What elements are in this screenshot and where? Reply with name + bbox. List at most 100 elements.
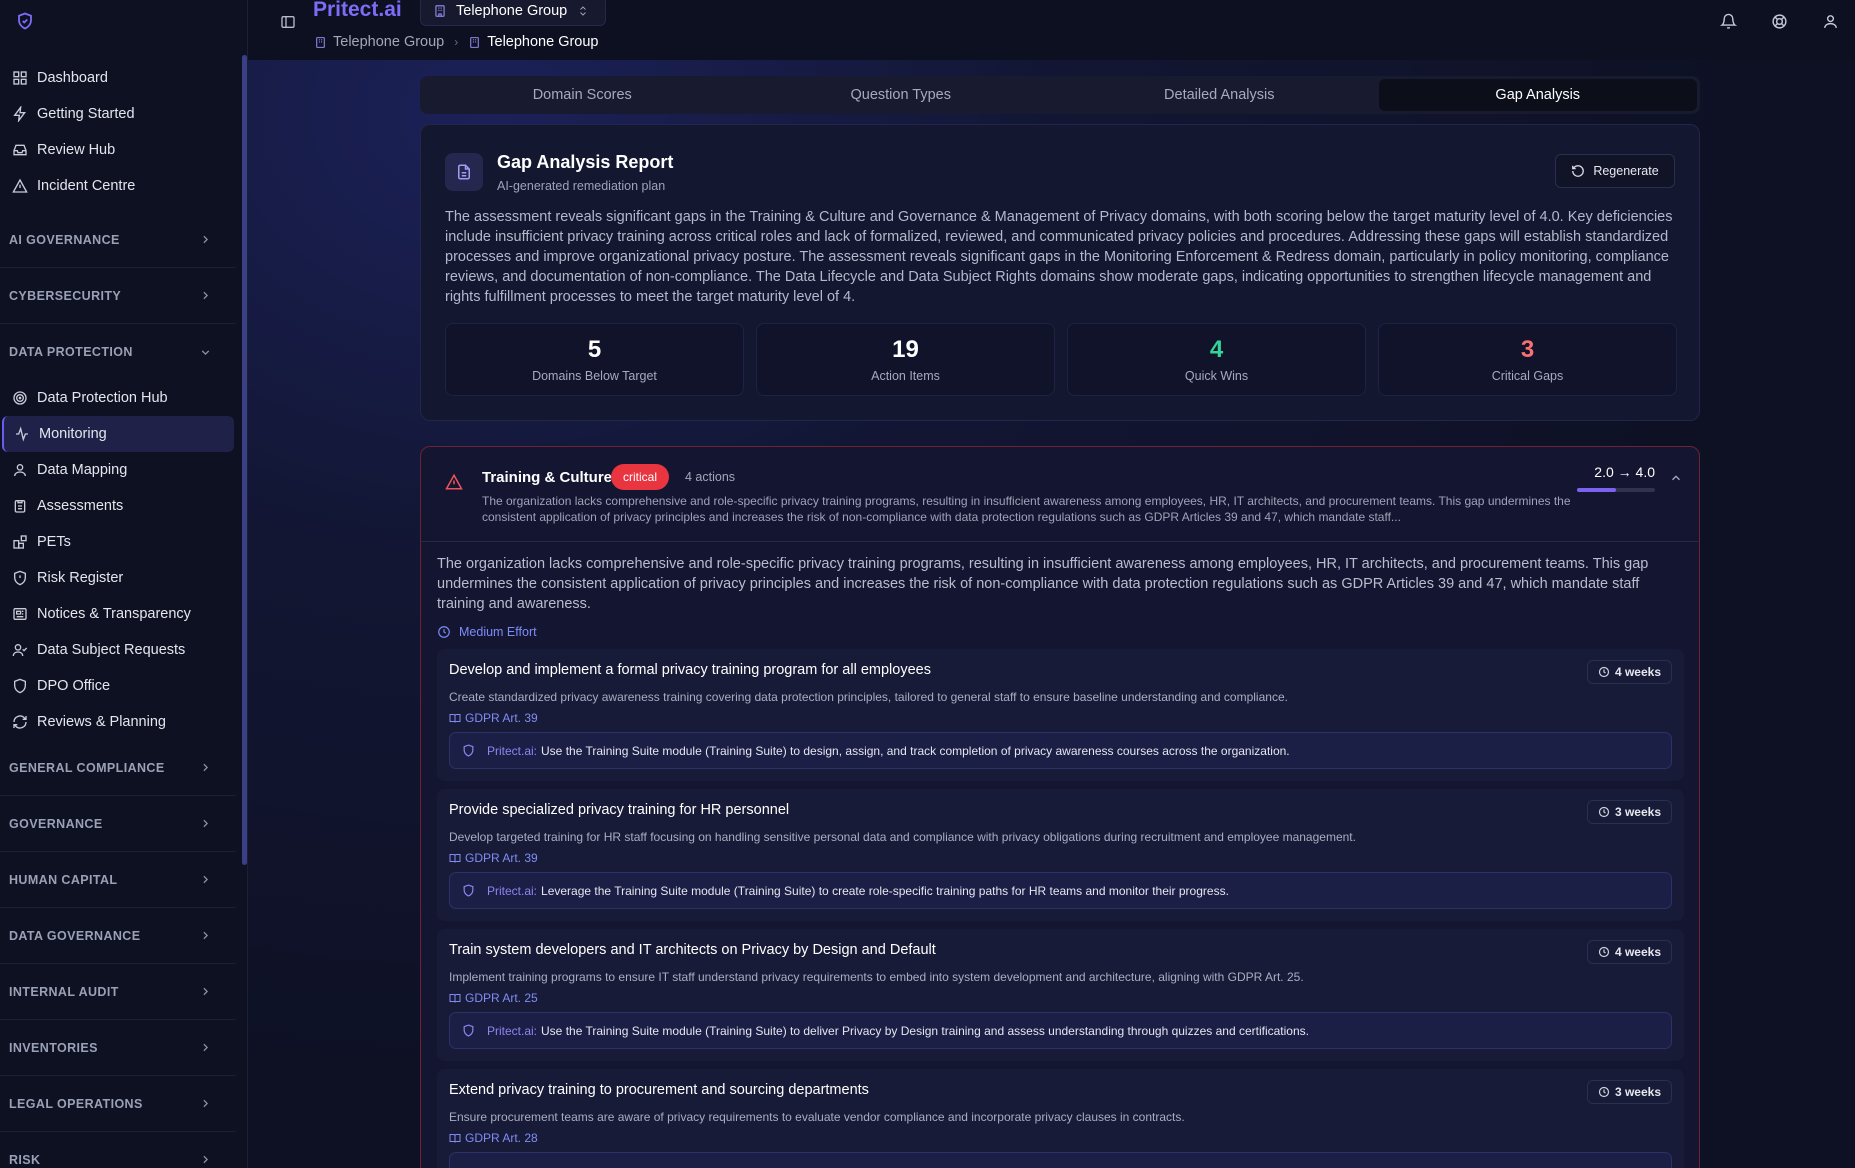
tab-question-types[interactable]: Question Types xyxy=(742,79,1061,111)
sidebar-scrollbar[interactable] xyxy=(242,55,247,865)
sidebar-item-notices-transparency[interactable]: Notices & Transparency xyxy=(2,596,234,632)
sidebar-item-getting-started[interactable]: Getting Started xyxy=(2,96,234,132)
chevron-right-icon xyxy=(199,1041,212,1054)
sidebar-item-reviews-planning[interactable]: Reviews & Planning xyxy=(2,704,234,740)
sidebar-item-data-protection-hub[interactable]: Data Protection Hub xyxy=(2,380,234,416)
chevron-up-icon[interactable] xyxy=(1669,471,1683,485)
sidebar-section-label: RISK xyxy=(9,1152,41,1167)
book-open-icon xyxy=(449,992,461,1004)
domain-description: The organization lacks comprehensive and… xyxy=(437,556,1649,612)
org-selector-value: Telephone Group xyxy=(456,3,568,19)
action-description: Implement training programs to ensure IT… xyxy=(449,970,1304,984)
clock-icon xyxy=(1598,1086,1610,1098)
sidebar-section-ai-governance[interactable]: AI GOVERNANCE xyxy=(0,212,236,268)
sidebar-item-data-mapping[interactable]: Data Mapping xyxy=(2,452,234,488)
sidebar-item-risk-register[interactable]: Risk Register xyxy=(2,560,234,596)
bell-icon[interactable] xyxy=(1720,13,1737,30)
tab-detailed-analysis[interactable]: Detailed Analysis xyxy=(1060,79,1379,111)
shield-alert-icon xyxy=(12,570,28,586)
sidebar-section-label: GOVERNANCE xyxy=(9,816,103,831)
sidebar: Dashboard Getting Started Review Hub Incide… xyxy=(0,0,248,1168)
chevrons-up-down-icon xyxy=(577,5,589,17)
sidebar-section-general-compliance[interactable]: GENERAL COMPLIANCE xyxy=(0,740,236,796)
sidebar-item-label: Monitoring xyxy=(39,426,107,442)
sidebar-section-risk[interactable]: RISK xyxy=(0,1132,236,1168)
newspaper-icon xyxy=(12,606,28,622)
map-pin-icon xyxy=(12,462,28,478)
sidebar-item-pets[interactable]: PETs xyxy=(2,524,234,560)
sidebar-item-label: Dashboard xyxy=(37,70,108,86)
chevron-right-icon xyxy=(199,817,212,830)
regenerate-button[interactable]: Regenerate xyxy=(1555,154,1675,188)
alert-triangle-icon xyxy=(445,473,463,491)
sidebar-section-data-governance[interactable]: DATA GOVERNANCE xyxy=(0,908,236,964)
stat-label: Action Items xyxy=(871,369,940,383)
sidebar-item-label: Incident Centre xyxy=(37,178,136,194)
duration-badge: 3 weeks xyxy=(1586,800,1672,824)
stat-value: 4 xyxy=(1209,336,1224,363)
domain-summary: The organization lacks comprehensive and… xyxy=(482,494,1571,524)
regulation-reference[interactable]: GDPR Art. 28 xyxy=(449,1131,538,1145)
sidebar-item-monitoring[interactable]: Monitoring xyxy=(2,416,234,452)
stat-quick-wins: 4 Quick Wins xyxy=(1067,323,1366,396)
sidebar-section-label: CYBERSECURITY xyxy=(9,288,122,303)
shield-icon xyxy=(12,678,28,694)
analysis-tabs: Domain Scores Question Types Detailed An… xyxy=(420,76,1700,114)
stat-critical-gaps: 3 Critical Gaps xyxy=(1378,323,1677,396)
domain-gap-card: Training & Culture critical 4 actions Th… xyxy=(420,446,1700,1168)
domain-action-count: 4 actions xyxy=(685,470,736,484)
help-buoy-icon[interactable] xyxy=(1771,13,1788,30)
sidebar-section-legal-operations[interactable]: LEGAL OPERATIONS xyxy=(0,1076,236,1132)
sidebar-item-review-hub[interactable]: Review Hub xyxy=(2,132,234,168)
domain-score: 2.0 → 4.0 xyxy=(1594,464,1655,480)
sidebar-section-label: LEGAL OPERATIONS xyxy=(9,1096,143,1111)
sidebar-item-label: Data Mapping xyxy=(37,462,128,478)
regulation-reference[interactable]: GDPR Art. 39 xyxy=(449,711,538,725)
sidebar-section-data-protection[interactable]: DATA PROTECTION xyxy=(0,324,236,380)
sidebar-section-label: AI GOVERNANCE xyxy=(9,232,120,247)
brand-name[interactable]: Pritect.ai xyxy=(313,0,402,22)
shield-logo-icon[interactable] xyxy=(16,12,34,30)
user-icon[interactable] xyxy=(1822,13,1839,30)
regulation-label: GDPR Art. 28 xyxy=(465,1131,538,1145)
chevron-right-icon xyxy=(199,289,212,302)
sidebar-section-label: DATA GOVERNANCE xyxy=(9,928,141,943)
sidebar-item-label: Getting Started xyxy=(37,106,135,122)
sidebar-section-internal-audit[interactable]: INTERNAL AUDIT xyxy=(0,964,236,1020)
file-text-icon xyxy=(445,153,483,191)
sidebar-section-human-capital[interactable]: HUMAN CAPITAL xyxy=(0,852,236,908)
alert-triangle-icon xyxy=(12,178,28,194)
sidebar-item-incident-centre[interactable]: Incident Centre xyxy=(2,168,234,204)
sidebar-section-inventories[interactable]: INVENTORIES xyxy=(0,1020,236,1076)
sidebar-section-governance[interactable]: GOVERNANCE xyxy=(0,796,236,852)
chevron-right-icon xyxy=(199,873,212,886)
duration-label: 4 weeks xyxy=(1614,945,1661,959)
regulation-reference[interactable]: GDPR Art. 25 xyxy=(449,991,538,1005)
clock-icon xyxy=(1598,666,1610,678)
org-selector[interactable]: Telephone Group xyxy=(420,0,606,26)
user-check-icon xyxy=(12,642,28,658)
sidebar-item-data-subject-requests[interactable]: Data Subject Requests xyxy=(2,632,234,668)
sidebar-toggle-icon[interactable] xyxy=(280,14,296,30)
stat-value: 5 xyxy=(587,336,602,363)
report-subtitle: AI-generated remediation plan xyxy=(497,179,666,193)
breadcrumb-item[interactable]: Telephone Group xyxy=(333,34,444,50)
inbox-icon xyxy=(12,142,28,158)
refresh-icon xyxy=(12,714,28,730)
effort-label: Medium Effort xyxy=(459,625,537,639)
domain-title[interactable]: Training & Culture xyxy=(482,469,612,486)
score-progress-bar xyxy=(1577,488,1655,492)
clock-icon xyxy=(437,625,451,639)
tab-gap-analysis[interactable]: Gap Analysis xyxy=(1378,79,1697,111)
sidebar-item-assessments[interactable]: Assessments xyxy=(2,488,234,524)
action-item: Develop and implement a formal privacy t… xyxy=(437,649,1684,781)
regulation-reference[interactable]: GDPR Art. 39 xyxy=(449,851,538,865)
effort-indicator: Medium Effort xyxy=(437,625,537,639)
tab-domain-scores[interactable]: Domain Scores xyxy=(423,79,742,111)
sidebar-item-dashboard[interactable]: Dashboard xyxy=(2,60,234,96)
building-icon xyxy=(314,36,327,49)
sidebar-section-cybersecurity[interactable]: CYBERSECURITY xyxy=(0,268,236,324)
shield-icon xyxy=(462,1024,475,1037)
grid-icon xyxy=(12,70,28,86)
sidebar-item-dpo-office[interactable]: DPO Office xyxy=(2,668,234,704)
